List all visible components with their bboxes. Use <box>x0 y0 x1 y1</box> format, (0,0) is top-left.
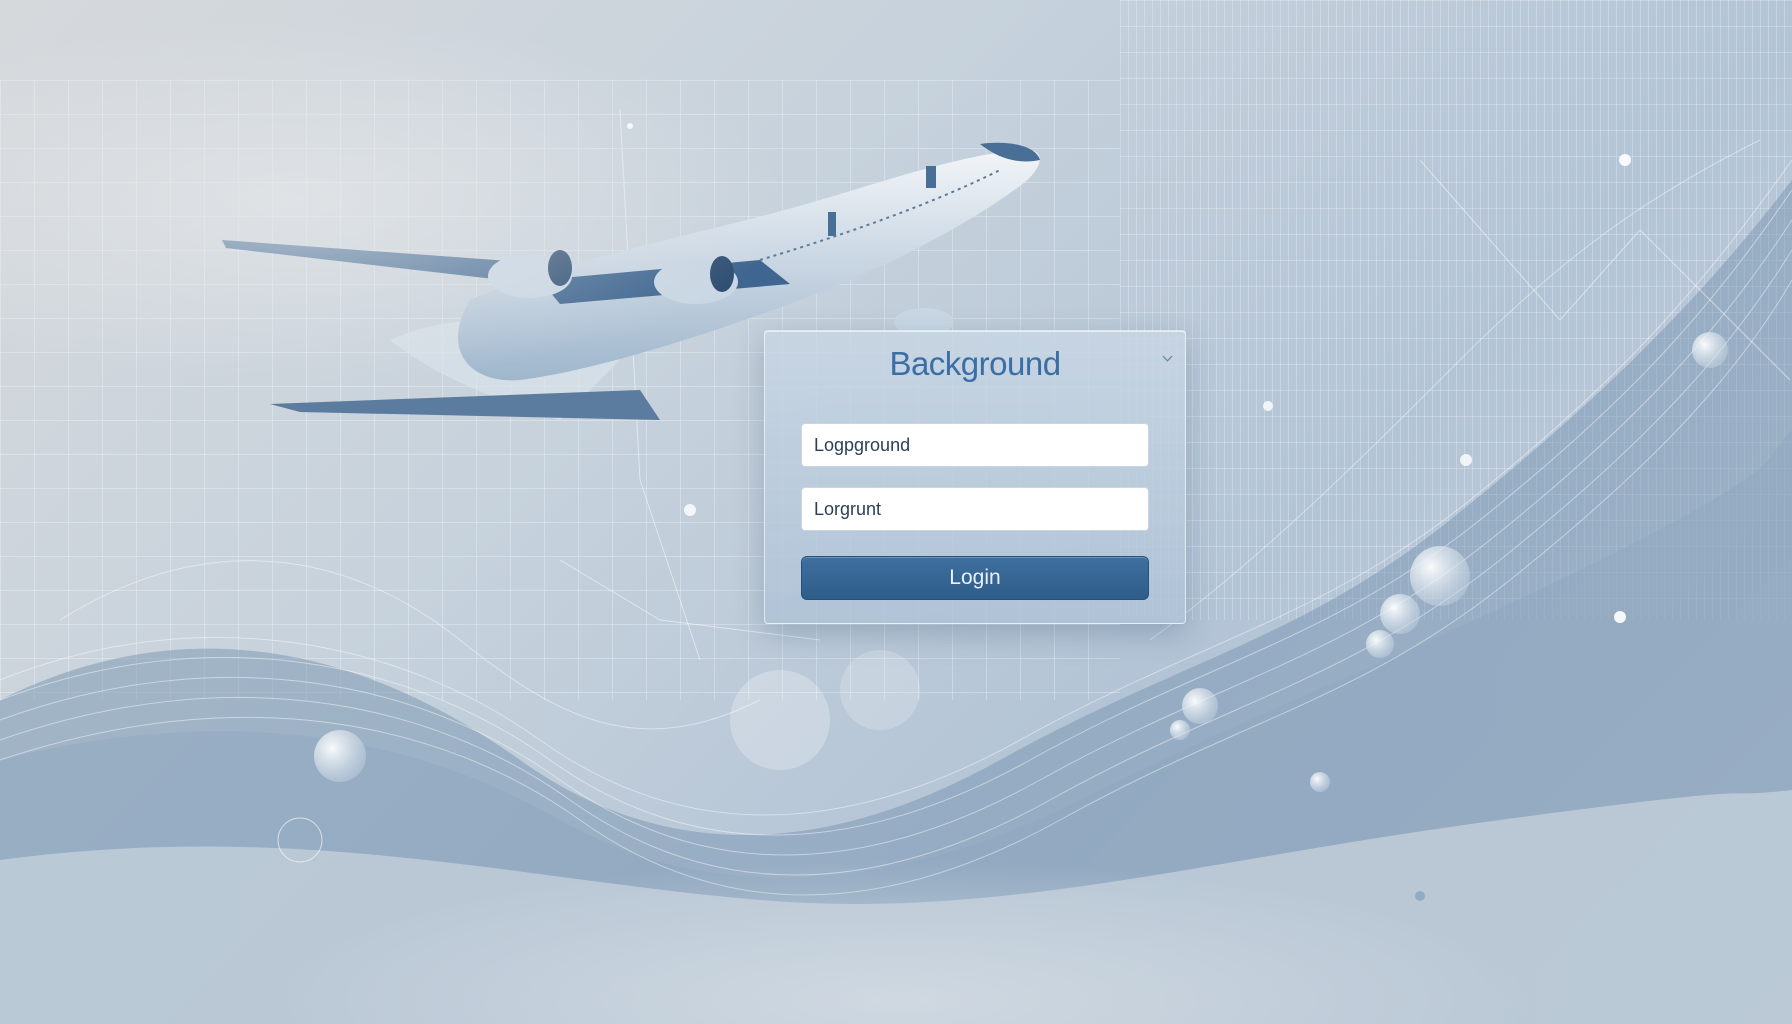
password-input[interactable] <box>801 487 1149 531</box>
login-button[interactable]: Login <box>801 556 1149 600</box>
login-title: Background <box>889 345 1061 382</box>
username-input[interactable] <box>801 423 1149 467</box>
background-grid-right <box>1120 0 1792 620</box>
login-card: Background Login <box>764 330 1186 624</box>
